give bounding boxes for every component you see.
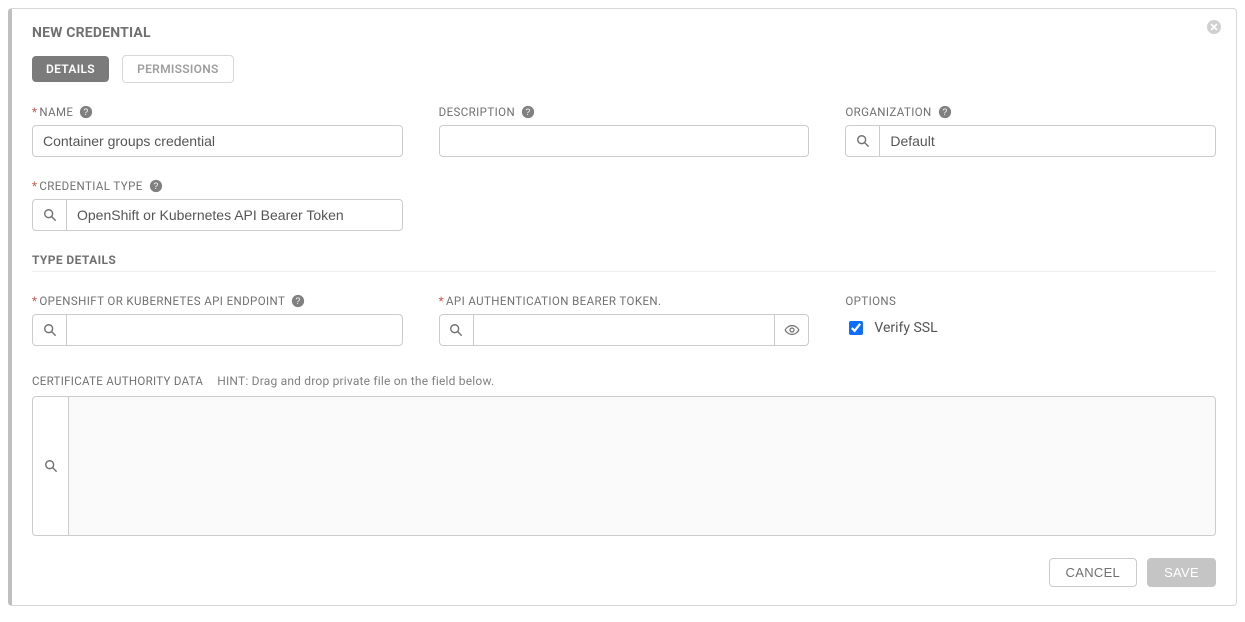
credential-type-lookup-button[interactable] [33,200,67,230]
label-options: OPTIONS [845,294,1216,308]
close-button[interactable] [1206,19,1222,35]
label-api-endpoint: *OPENSHIFT OR KUBERNETES API ENDPOINT ? [32,294,403,308]
help-icon[interactable]: ? [291,294,305,308]
name-input[interactable] [32,125,403,157]
label-bearer-token: *API AUTHENTICATION BEARER TOKEN. [439,294,810,308]
search-icon [449,323,463,337]
api-endpoint-input[interactable] [67,315,402,345]
svg-text:?: ? [296,296,301,306]
save-button[interactable]: SAVE [1147,558,1216,587]
cancel-button[interactable]: CANCEL [1049,558,1138,587]
credential-form-card: NEW CREDENTIAL DETAILS PERMISSIONS *NAME… [8,8,1237,606]
credential-type-lookup [32,199,403,231]
svg-text:?: ? [84,107,89,117]
tab-details[interactable]: DETAILS [32,56,109,82]
search-icon [44,459,58,473]
tab-permissions[interactable]: PERMISSIONS [122,55,234,83]
search-icon [43,323,57,337]
help-icon[interactable]: ? [938,105,952,119]
organization-lookup-button[interactable] [846,126,880,156]
api-endpoint-lookup-button[interactable] [33,315,67,345]
help-icon[interactable]: ? [521,105,535,119]
verify-ssl-option[interactable]: Verify SSL [845,318,1216,338]
ca-data-lookup-button[interactable] [33,397,69,535]
help-icon[interactable]: ? [79,105,93,119]
label-name: *NAME ? [32,105,403,119]
search-icon [856,134,870,148]
tabs: DETAILS PERMISSIONS [32,55,1216,83]
ca-data-hint: HINT: Drag and drop private file on the … [217,374,494,388]
ca-data-field [32,396,1216,536]
label-credential-type: *CREDENTIAL TYPE ? [32,179,403,193]
search-icon [43,208,57,222]
label-description: DESCRIPTION ? [439,105,810,119]
bearer-token-lookup-button[interactable] [440,315,474,345]
ca-data-textarea[interactable] [69,397,1215,535]
card-title: NEW CREDENTIAL [32,25,1216,41]
verify-ssl-checkbox[interactable] [849,321,863,335]
form-footer: CANCEL SAVE [32,558,1216,587]
label-organization: ORGANIZATION ? [845,105,1216,119]
bearer-token-lookup [439,314,810,346]
credential-type-input[interactable] [67,200,402,230]
eye-icon [784,322,800,338]
label-ca-data: CERTIFICATE AUTHORITY DATA [32,374,203,388]
description-input[interactable] [439,125,810,157]
organization-input[interactable] [880,126,1215,156]
verify-ssl-label: Verify SSL [874,320,937,336]
help-icon[interactable]: ? [149,179,163,193]
svg-text:?: ? [153,181,158,191]
type-details-header: TYPE DETAILS [32,253,1216,272]
organization-lookup [845,125,1216,157]
bearer-token-input[interactable] [474,315,775,345]
api-endpoint-lookup [32,314,403,346]
svg-text:?: ? [525,107,530,117]
ca-data-label-row: CERTIFICATE AUTHORITY DATA HINT: Drag an… [32,374,1216,388]
toggle-password-visibility[interactable] [774,315,808,345]
svg-text:?: ? [942,107,947,117]
close-icon [1206,19,1222,35]
